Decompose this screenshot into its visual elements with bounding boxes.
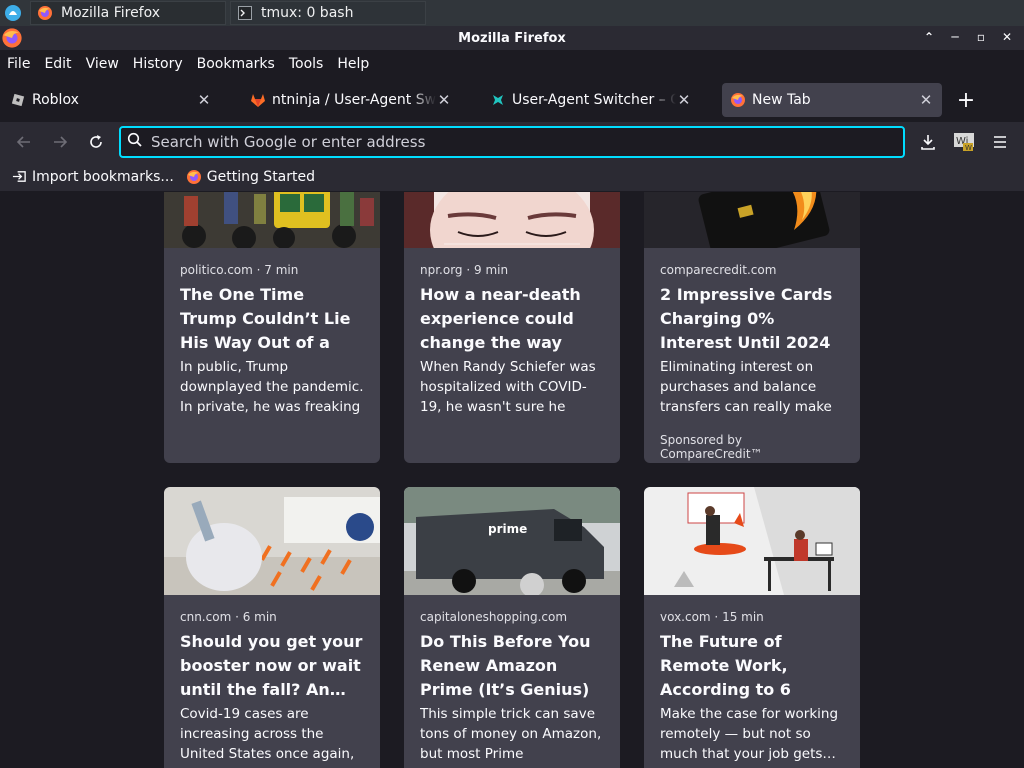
menu-file[interactable]: File xyxy=(7,56,30,72)
new-tab-plus-icon[interactable]: + xyxy=(950,84,982,116)
story-excerpt: This simple trick can save tons of money… xyxy=(420,706,602,762)
menu-bar: File Edit View History Bookmarks Tools H… xyxy=(0,50,1024,78)
story-image-motorcycles xyxy=(164,192,380,248)
window-title: Mozilla Firefox xyxy=(458,30,566,46)
downloads-icon[interactable] xyxy=(912,126,944,158)
sponsored-card[interactable]: comparecredit.com 2 Impressive Cards Cha… xyxy=(644,192,860,463)
user-agent-switcher-icon[interactable]: Wi W xyxy=(948,126,980,158)
story-excerpt: Covid-19 cases are increasing across the… xyxy=(180,706,355,762)
firefox-icon xyxy=(37,5,53,21)
story-excerpt: In public, Trump downplayed the pandemic… xyxy=(180,359,364,415)
window-close-icon[interactable]: ✕ xyxy=(998,28,1016,46)
story-image-vaccine-vials xyxy=(164,487,380,595)
tab-close-icon[interactable]: ✕ xyxy=(676,91,692,109)
menu-help[interactable]: Help xyxy=(337,56,369,72)
menu-view[interactable]: View xyxy=(86,56,119,72)
window-minimize-icon[interactable]: ─ xyxy=(946,28,964,46)
tab-close-icon[interactable]: ✕ xyxy=(436,91,452,109)
story-source: capitaloneshopping.com xyxy=(420,610,568,624)
story-card[interactable]: cnn.com · 6 min Should you get your boos… xyxy=(164,487,380,768)
import-icon xyxy=(12,169,27,184)
firefox-icon xyxy=(186,169,202,185)
reload-icon[interactable] xyxy=(78,126,114,158)
bookmarks-toolbar: Import bookmarks... Getting Started xyxy=(0,162,1024,192)
bookmark-getting-started[interactable]: Getting Started xyxy=(186,169,315,185)
tab-label: New Tab xyxy=(752,92,811,108)
tab-label: User-Agent Switcher – Get xyxy=(512,92,676,108)
story-source: comparecredit.com xyxy=(660,263,777,277)
terminal-icon xyxy=(237,5,253,21)
tab-label: ntninja / User-Agent Switcher xyxy=(272,92,436,108)
story-card[interactable]: npr.org · 9 min How a near-death experie… xyxy=(404,192,620,463)
window-maximize-icon[interactable]: ▫ xyxy=(972,28,990,46)
window-titlebar: Mozilla Firefox ⌃ ─ ▫ ✕ xyxy=(0,26,1024,50)
story-source: npr.org · 9 min xyxy=(420,263,509,277)
story-excerpt: Make the case for working remotely — but… xyxy=(660,706,839,762)
back-arrow-icon[interactable] xyxy=(6,126,42,158)
story-image-delivery-van: prime xyxy=(404,487,620,595)
menu-edit[interactable]: Edit xyxy=(44,56,71,72)
tab-close-icon[interactable]: ✕ xyxy=(196,91,212,109)
navigation-toolbar: WiW xyxy=(0,122,1024,162)
address-input[interactable] xyxy=(151,133,851,151)
window-collapse-icon[interactable]: ⌃ xyxy=(920,28,938,46)
bookmark-import[interactable]: Import bookmarks... xyxy=(12,169,174,185)
svg-text:W: W xyxy=(965,144,972,152)
story-image-credit-cards xyxy=(644,192,860,248)
menu-history[interactable]: History xyxy=(133,56,183,72)
story-title: Should you get your booster now or wait … xyxy=(180,632,363,699)
story-title: The One Time Trump Couldn’t Lie His Way … xyxy=(180,285,351,352)
menu-tools[interactable]: Tools xyxy=(289,56,324,72)
address-bar[interactable] xyxy=(119,126,905,158)
new-tab-page: politico.com · 7 min The One Time Trump … xyxy=(0,192,1024,768)
story-card[interactable]: prime capitaloneshopping.com Do This Bef… xyxy=(404,487,620,768)
story-source: politico.com · 7 min xyxy=(180,263,299,277)
story-title: 2 Impressive Cards Charging 0% Interest … xyxy=(660,285,833,352)
gitlab-icon xyxy=(250,92,266,108)
story-source: cnn.com · 6 min xyxy=(180,610,277,624)
extension-icon xyxy=(490,92,506,108)
story-excerpt: Eliminating interest on purchases and ba… xyxy=(660,359,832,415)
tab-close-icon[interactable]: ✕ xyxy=(918,91,934,109)
tab-new-tab[interactable]: New Tab ✕ xyxy=(722,83,942,117)
taskbar-task-label: Mozilla Firefox xyxy=(61,5,161,21)
search-icon xyxy=(127,132,143,152)
tab-gitlab[interactable]: ntninja / User-Agent Switcher ✕ xyxy=(242,83,460,117)
story-image-face-illustration xyxy=(404,192,620,248)
sponsored-label: Sponsored by CompareCredit™ xyxy=(660,433,763,461)
tab-strip: Roblox ✕ ntninja / User-Agent Switcher ✕… xyxy=(0,78,1024,122)
menu-bookmarks[interactable]: Bookmarks xyxy=(197,56,275,72)
forward-arrow-icon[interactable] xyxy=(42,126,78,158)
hamburger-menu-icon[interactable] xyxy=(984,126,1016,158)
taskbar-task-firefox[interactable]: Mozilla Firefox xyxy=(30,1,226,25)
taskbar-task-terminal[interactable]: tmux: 0 bash xyxy=(230,1,426,25)
story-source: vox.com · 15 min xyxy=(660,610,764,624)
van-prime-logo: prime xyxy=(488,522,527,536)
taskbar-task-label: tmux: 0 bash xyxy=(261,5,354,21)
story-title: How a near-death experience could change… xyxy=(420,285,581,352)
roblox-icon xyxy=(10,92,26,108)
firefox-icon xyxy=(730,92,746,108)
story-card[interactable]: vox.com · 15 min The Future of Remote Wo… xyxy=(644,487,860,768)
story-title: The Future of Remote Work, According to … xyxy=(660,632,791,699)
os-taskbar: Mozilla Firefox tmux: 0 bash xyxy=(0,0,1024,26)
story-excerpt: When Randy Schiefer was hospitalized wit… xyxy=(420,359,596,415)
tab-extension[interactable]: User-Agent Switcher – Get ✕ xyxy=(482,83,700,117)
tab-label: Roblox xyxy=(32,92,79,108)
story-image-remote-work-illustration xyxy=(644,487,860,595)
kde-launcher-icon[interactable] xyxy=(0,0,26,26)
tab-roblox[interactable]: Roblox ✕ xyxy=(2,83,220,117)
bookmark-label: Import bookmarks... xyxy=(32,168,174,185)
story-title: Do This Before You Renew Amazon Prime (I… xyxy=(420,632,591,699)
bookmark-label: Getting Started xyxy=(206,168,316,185)
story-card[interactable]: politico.com · 7 min The One Time Trump … xyxy=(164,192,380,463)
